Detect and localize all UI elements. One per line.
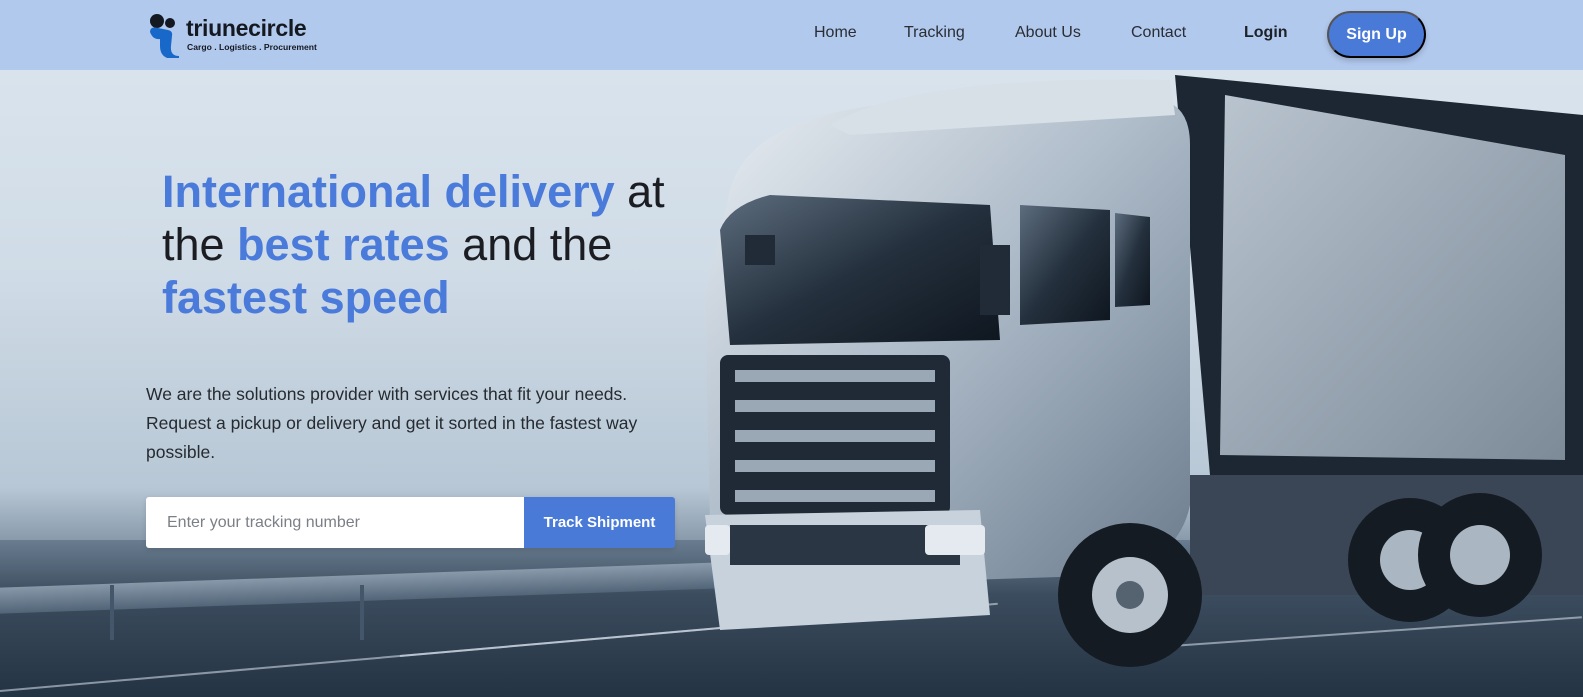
nav-link-home[interactable]: Home bbox=[814, 24, 857, 42]
top-navbar: triunecircle Cargo . Logistics . Procure… bbox=[0, 0, 1583, 70]
nav-link-contact[interactable]: Contact bbox=[1131, 24, 1186, 42]
nav-link-about-us[interactable]: About Us bbox=[1015, 24, 1081, 42]
nav-link-tracking[interactable]: Tracking bbox=[904, 24, 965, 42]
login-link[interactable]: Login bbox=[1244, 24, 1288, 42]
guard-rail-post bbox=[110, 585, 114, 640]
sign-up-button[interactable]: Sign Up bbox=[1327, 11, 1426, 58]
hero-background-image bbox=[0, 0, 1583, 697]
tracking-form: Track Shipment bbox=[146, 497, 675, 548]
tracking-number-input[interactable] bbox=[146, 497, 524, 548]
hero-headline: International delivery at the best rates… bbox=[162, 165, 722, 324]
headline-highlight: fastest speed bbox=[162, 272, 450, 323]
headline-highlight: International delivery bbox=[162, 166, 615, 217]
track-shipment-button[interactable]: Track Shipment bbox=[524, 497, 675, 548]
headline-highlight: best rates bbox=[237, 219, 450, 270]
guard-rail-post bbox=[360, 585, 364, 640]
brand-name: triunecircle bbox=[186, 15, 307, 41]
logo-mark-icon bbox=[150, 14, 179, 58]
headline-text: at bbox=[614, 166, 665, 217]
brand-tagline: Cargo . Logistics . Procurement bbox=[187, 42, 317, 52]
truck-image bbox=[705, 75, 1583, 667]
brand-logo[interactable]: triunecircle Cargo . Logistics . Procure… bbox=[146, 12, 317, 58]
headline-text: and the bbox=[449, 219, 613, 270]
hero-description: We are the solutions provider with servi… bbox=[146, 384, 638, 462]
headline-text: the bbox=[162, 219, 238, 270]
